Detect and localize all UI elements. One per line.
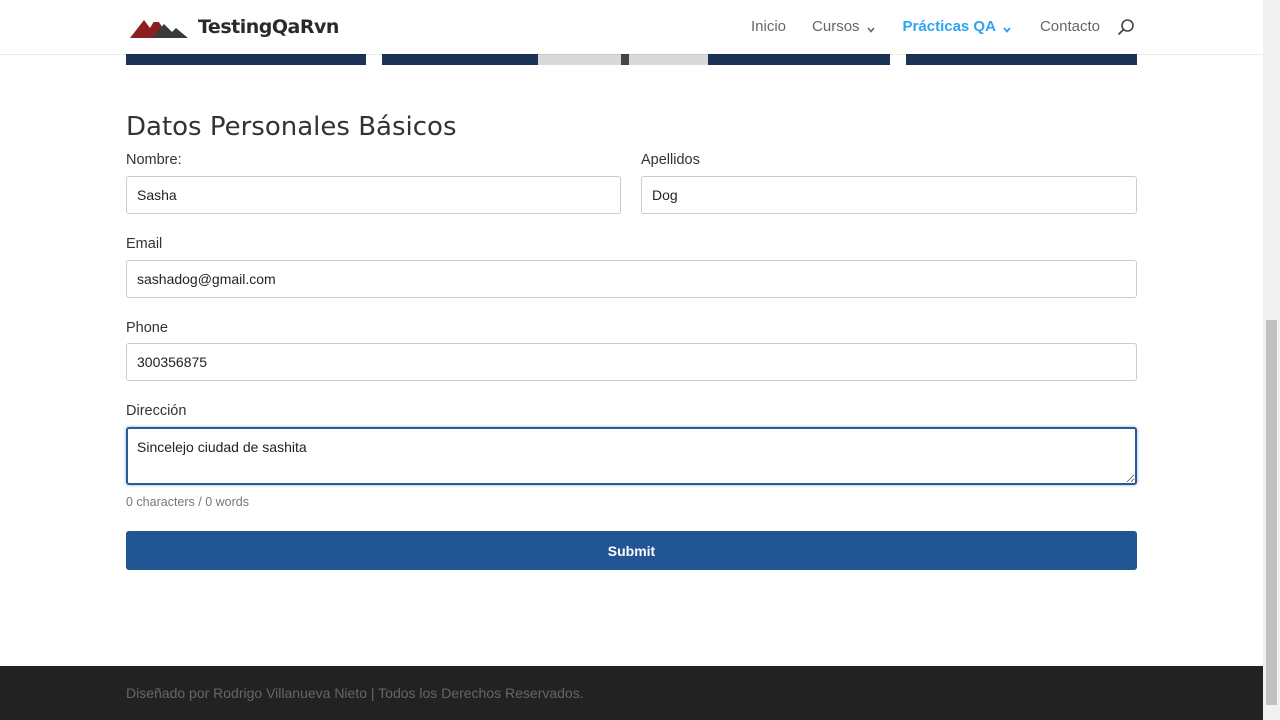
phone-field[interactable] xyxy=(126,343,1137,381)
email-field[interactable] xyxy=(126,260,1137,298)
search-icon[interactable] xyxy=(1117,18,1135,36)
chevron-down-icon xyxy=(1002,22,1012,33)
chevron-down-icon xyxy=(866,22,876,33)
footer-credits: Diseñado por Rodrigo Villanueva Nieto | … xyxy=(126,685,584,701)
hero-image-right xyxy=(906,54,1137,65)
submit-button[interactable]: Submit xyxy=(126,531,1137,570)
site-footer: Diseñado por Rodrigo Villanueva Nieto | … xyxy=(0,666,1263,720)
hero-image-left xyxy=(126,54,366,65)
site-header: TestingQaRvn Inicio Cursos Prácticas QA … xyxy=(0,0,1263,54)
hero-image-detail xyxy=(621,54,629,65)
phone-label: Phone xyxy=(126,320,168,336)
apellidos-label: Apellidos xyxy=(641,152,700,168)
nav-item-inicio[interactable]: Inicio xyxy=(751,18,786,35)
character-counter: 0 characters / 0 words xyxy=(126,495,249,509)
mountain-logo-icon xyxy=(130,18,188,38)
logo-text: TestingQaRvn xyxy=(198,16,339,38)
apellidos-field[interactable] xyxy=(641,176,1137,214)
nav-item-contacto[interactable]: Contacto xyxy=(1040,18,1100,35)
nav-label: Contacto xyxy=(1039,18,1100,35)
form-title: Datos Personales Básicos xyxy=(126,112,457,142)
nombre-label: Nombre: xyxy=(126,152,182,168)
page: TestingQaRvn Inicio Cursos Prácticas QA … xyxy=(0,0,1263,720)
main-nav: Inicio Cursos Prácticas QA Contacto xyxy=(751,18,1100,35)
nav-item-cursos[interactable]: Cursos xyxy=(812,18,876,35)
nav-label: Inicio xyxy=(751,18,787,35)
nombre-field[interactable] xyxy=(126,176,621,214)
site-logo[interactable]: TestingQaRvn xyxy=(130,14,339,40)
scrollbar-thumb[interactable] xyxy=(1266,320,1277,705)
email-label: Email xyxy=(126,236,163,252)
nav-label: Cursos xyxy=(812,18,860,35)
direccion-label: Dirección xyxy=(126,403,187,419)
direccion-textarea[interactable]: Sincelejo ciudad de sashita xyxy=(126,427,1137,485)
nav-item-practicas-qa[interactable]: Prácticas QA xyxy=(903,18,1012,35)
nav-label: Prácticas QA xyxy=(902,18,996,35)
